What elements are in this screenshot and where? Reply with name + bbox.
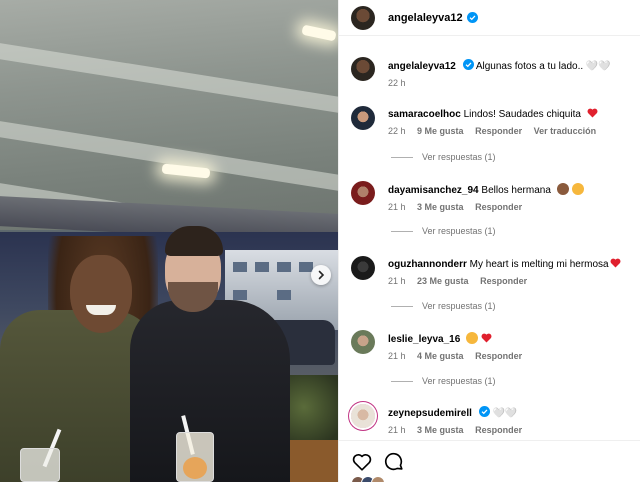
comment-likes[interactable]: 4 Me gusta: [417, 351, 464, 361]
next-photo-button[interactable]: [311, 265, 331, 285]
post-author-username[interactable]: angelaleyva12: [388, 12, 463, 24]
avatar[interactable]: [351, 5, 375, 30]
comment-likes[interactable]: 9 Me gusta: [417, 126, 464, 136]
post-header: angelaleyva12: [339, 0, 640, 36]
view-replies-button[interactable]: Ver respuestas (1): [391, 226, 496, 236]
view-replies-button[interactable]: Ver respuestas (1): [391, 301, 496, 311]
caption-time[interactable]: 22 h: [388, 78, 406, 88]
heart-outline-icon[interactable]: [351, 451, 373, 473]
reply-button[interactable]: Responder: [475, 351, 522, 361]
translate-button[interactable]: Ver traducción: [534, 126, 597, 136]
post-panel: angelaleyva12 angelaleyva12 Algunas foto…: [338, 0, 640, 482]
comments-list[interactable]: angelaleyva12 Algunas fotos a tu lado.. …: [339, 36, 640, 440]
replies-divider: [391, 380, 413, 382]
smiling-face-emoji-icon: [571, 183, 584, 195]
comment-bubble-icon[interactable]: [383, 451, 405, 473]
verified-badge-icon: [478, 406, 490, 417]
view-replies-label: Ver respuestas (1): [422, 376, 496, 386]
chevron-right-icon: [318, 270, 325, 280]
comment-username[interactable]: zeynepsudemirell: [388, 408, 472, 419]
reply-button[interactable]: Responder: [475, 425, 522, 435]
comment-time[interactable]: 21 h: [388, 351, 406, 361]
view-replies-label: Ver respuestas (1): [422, 301, 496, 311]
avatar[interactable]: [351, 181, 375, 205]
avatar[interactable]: [351, 106, 375, 130]
reply-button[interactable]: Responder: [480, 276, 527, 286]
avatar[interactable]: [351, 256, 375, 280]
comment-username[interactable]: dayamisanchez_94: [388, 185, 479, 196]
caption-text: Algunas fotos a tu lado.. 🤍🤍: [475, 61, 611, 72]
heart-eyes-emoji-icon: [466, 332, 479, 344]
comment-username[interactable]: leslie_leyva_16: [388, 334, 460, 345]
comment-likes[interactable]: 23 Me gusta: [417, 276, 469, 286]
liker-avatars[interactable]: [351, 476, 385, 482]
comment-username[interactable]: samaracoelhoc: [388, 109, 461, 120]
comment-time[interactable]: 21 h: [388, 202, 406, 212]
comment-likes[interactable]: 3 Me gusta: [417, 425, 464, 435]
comment-text: Lindos! Saudades chiquita: [463, 109, 581, 120]
avatar[interactable]: [351, 404, 375, 428]
comment-time[interactable]: 21 h: [388, 425, 406, 435]
red-heart-emoji-icon: [587, 108, 598, 118]
view-replies-button[interactable]: Ver respuestas (1): [391, 376, 496, 386]
avatar[interactable]: [351, 57, 375, 81]
verified-badge-icon: [462, 59, 474, 70]
comment-text: My heart is melting mi hermosa: [469, 259, 609, 270]
comment-time[interactable]: 22 h: [388, 126, 406, 136]
verified-badge-icon: [466, 12, 478, 23]
post-actions-bar: [339, 440, 640, 482]
comment-text: Bellos hermana: [481, 185, 551, 196]
reply-button[interactable]: Responder: [475, 202, 522, 212]
comment-likes[interactable]: 3 Me gusta: [417, 202, 464, 212]
view-replies-button[interactable]: Ver respuestas (1): [391, 152, 496, 162]
caption-username[interactable]: angelaleyva12: [388, 61, 456, 72]
view-replies-label: Ver respuestas (1): [422, 226, 496, 236]
drink-glass: [20, 448, 60, 482]
comment-text: 🤍🤍: [492, 408, 518, 419]
reply-button[interactable]: Responder: [475, 126, 522, 136]
replies-divider: [391, 230, 413, 232]
replies-divider: [391, 156, 413, 158]
drink-glass: [176, 432, 214, 482]
replies-divider: [391, 305, 413, 307]
red-heart-emoji-icon: [481, 333, 492, 343]
post-photo[interactable]: [0, 0, 338, 482]
woman-face: [70, 255, 132, 333]
comment-username[interactable]: oguzhannonderr: [388, 259, 467, 270]
comment-time[interactable]: 21 h: [388, 276, 406, 286]
red-heart-emoji-icon: [610, 258, 621, 268]
two-women-emoji-icon: [556, 183, 569, 195]
avatar[interactable]: [351, 330, 375, 354]
view-replies-label: Ver respuestas (1): [422, 152, 496, 162]
